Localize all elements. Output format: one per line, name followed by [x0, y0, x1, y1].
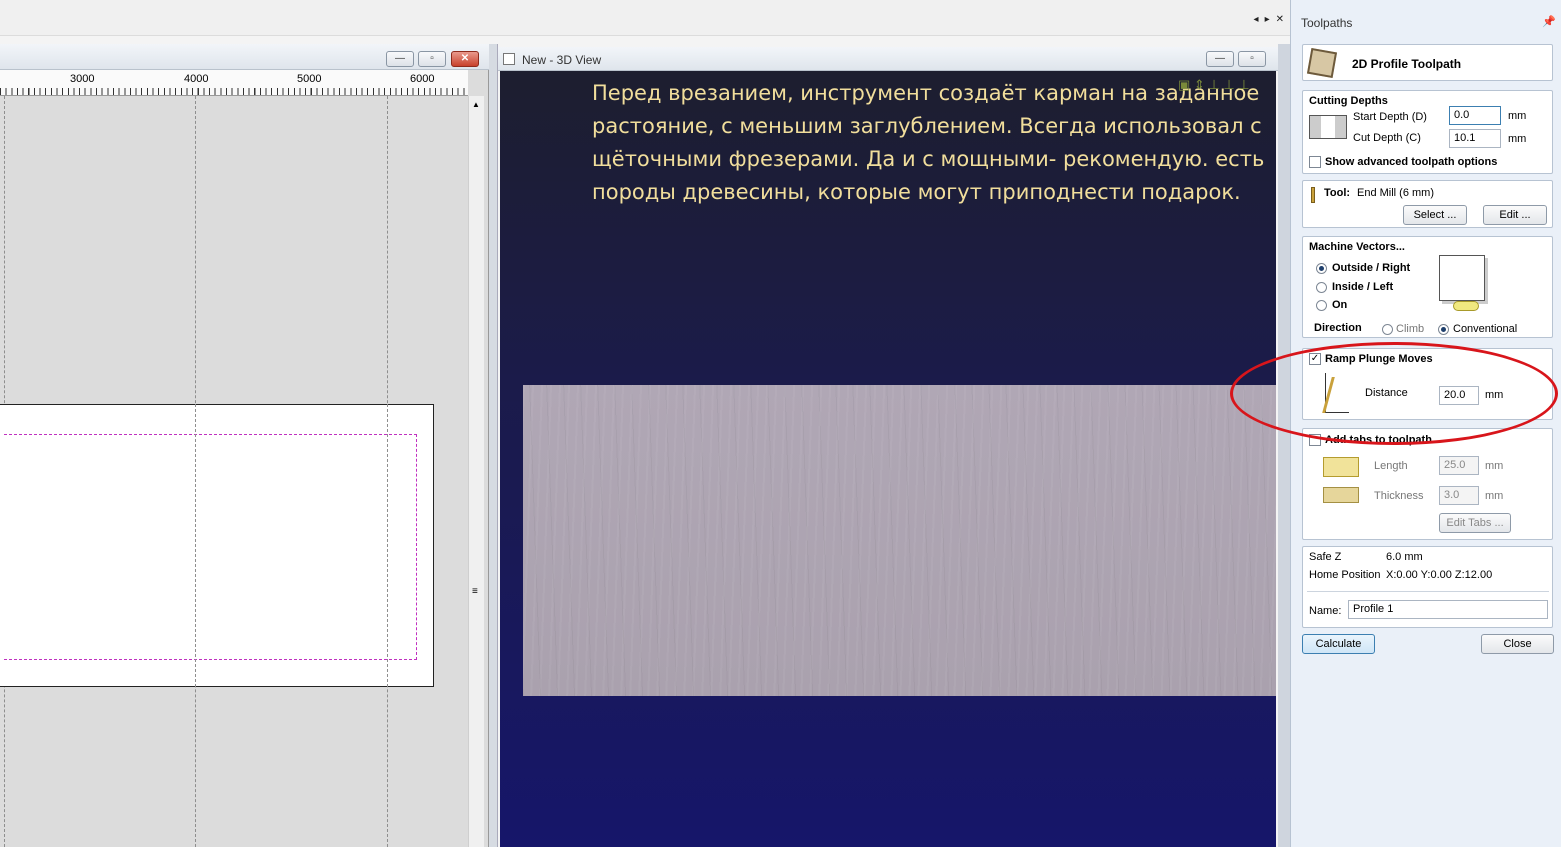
- edit-tabs-button[interactable]: Edit Tabs ...: [1439, 513, 1511, 533]
- close-icon[interactable]: ✕: [1276, 14, 1284, 30]
- cut-depth-unit: mm: [1508, 133, 1527, 145]
- close-button[interactable]: Close: [1481, 634, 1554, 654]
- maximize-button[interactable]: ▫: [1238, 51, 1266, 67]
- scroll-up-icon[interactable]: ▲: [472, 100, 480, 109]
- tab-thickness-unit: mm: [1485, 490, 1504, 502]
- annotation-ellipse: [1230, 342, 1558, 445]
- on-radio[interactable]: [1316, 300, 1327, 311]
- direction-label: Direction: [1314, 322, 1362, 334]
- tab-thickness-label: Thickness: [1374, 490, 1424, 502]
- machine-vectors-box: Machine Vectors... Outside / Right Insid…: [1302, 236, 1553, 338]
- tab-thickness-input[interactable]: 3.0: [1439, 486, 1479, 505]
- tool-position-icon: [1453, 301, 1479, 311]
- edit-tool-button[interactable]: Edit ...: [1483, 205, 1547, 225]
- advanced-options-checkbox[interactable]: [1309, 156, 1321, 168]
- advanced-options-label: Show advanced toolpath options: [1325, 156, 1498, 168]
- panel-title: Toolpaths: [1301, 16, 1353, 30]
- tab-length-icon: [1323, 457, 1359, 477]
- toolpath-name-input[interactable]: Profile 1: [1348, 600, 1548, 619]
- scroll-grip-icon[interactable]: ≡: [472, 586, 478, 597]
- safe-z-box: Safe Z 6.0 mm Home Position X:0.00 Y:0.0…: [1302, 546, 1553, 628]
- tab-length-unit: mm: [1485, 460, 1504, 472]
- cutting-depths-box: Cutting Depths Start Depth (D) 0.0 mm Cu…: [1302, 90, 1553, 174]
- document-icon: [503, 53, 515, 65]
- 2d-view-window: — ▫ ✕ 3000 4000 5000 6000 ▲ ≡: [0, 44, 489, 847]
- vertical-scrollbar[interactable]: ▲ ≡: [468, 96, 484, 847]
- conventional-label: Conventional: [1453, 323, 1518, 335]
- panel-divider: [1278, 44, 1290, 847]
- 2d-view-titlebar: — ▫ ✕: [0, 44, 489, 70]
- conventional-radio[interactable]: [1438, 324, 1449, 335]
- select-tool-button[interactable]: Select ...: [1403, 205, 1467, 225]
- tab-length-label: Length: [1374, 460, 1408, 472]
- tabs-box: Add tabs to toolpath Length 25.0 mm Thic…: [1302, 428, 1553, 540]
- scroll-right-icon[interactable]: ▸: [1265, 14, 1270, 30]
- scroll-left-icon[interactable]: ◂: [1254, 14, 1259, 30]
- window-nav-controls: ◂ ▸ ✕: [1238, 14, 1290, 30]
- profile-toolpath-icon: [1306, 47, 1338, 79]
- start-depth-label: Start Depth (D): [1353, 111, 1427, 123]
- cutting-depths-heading: Cutting Depths: [1309, 95, 1388, 107]
- window-splitter[interactable]: [489, 44, 498, 847]
- 3d-view-window: New - 3D View — ▫ Перед врезанием, инстр…: [498, 44, 1278, 847]
- start-depth-input[interactable]: 0.0: [1449, 106, 1501, 125]
- toolpath-offset-outline: [4, 434, 417, 660]
- view-toolbar-icons[interactable]: ▣ ⇕ ⊥ ⊥ ⊥: [1178, 77, 1274, 97]
- name-label: Name:: [1309, 605, 1342, 617]
- ruler-ticks: [0, 88, 468, 95]
- tab-thickness-icon: [1323, 487, 1359, 503]
- grid-line: [387, 404, 388, 687]
- maximize-button[interactable]: ▫: [418, 51, 446, 67]
- wood-material-preview: [523, 385, 1276, 696]
- tool-label: Tool:: [1324, 187, 1351, 199]
- machine-vectors-heading: Machine Vectors...: [1309, 241, 1405, 253]
- depth-diagram-icon: [1309, 115, 1347, 139]
- close-button[interactable]: ✕: [451, 51, 479, 67]
- annotation-caption: Перед врезанием, инструмент создаёт карм…: [592, 81, 1265, 204]
- tool-value: End Mill (6 mm): [1357, 187, 1435, 199]
- cut-depth-label: Cut Depth (C): [1353, 132, 1421, 144]
- inside-left-radio[interactable]: [1316, 282, 1327, 293]
- calculate-button[interactable]: Calculate: [1302, 634, 1375, 654]
- safe-z-value: 6.0 mm: [1386, 551, 1423, 563]
- 3d-view-titlebar: New - 3D View — ▫: [498, 47, 1278, 71]
- outside-right-label: Outside / Right: [1332, 262, 1411, 274]
- outside-right-radio[interactable]: [1316, 263, 1327, 274]
- 3d-viewport[interactable]: Перед врезанием, инструмент создаёт карм…: [500, 71, 1276, 847]
- panel-header: Toolpaths 📌: [1291, 10, 1561, 34]
- toolpath-title: 2D Profile Toolpath: [1352, 57, 1462, 71]
- grid-line: [195, 404, 196, 687]
- tool-box: Tool: End Mill (6 mm) Select ... Edit ..…: [1302, 180, 1553, 228]
- minimize-button[interactable]: —: [386, 51, 414, 67]
- ruler-label: 6000: [410, 73, 435, 85]
- pin-icon[interactable]: 📌: [1542, 15, 1556, 28]
- vector-offset-preview-icon: [1439, 255, 1485, 301]
- cut-depth-input[interactable]: 10.1: [1449, 129, 1501, 148]
- home-position-value: X:0.00 Y:0.00 Z:12.00: [1386, 569, 1493, 581]
- end-mill-icon: [1311, 187, 1315, 203]
- toolpath-title-box: 2D Profile Toolpath: [1302, 44, 1553, 81]
- inside-left-label: Inside / Left: [1332, 281, 1394, 293]
- divider: [1307, 591, 1549, 592]
- ruler-label: 5000: [297, 73, 322, 85]
- minimize-button[interactable]: —: [1206, 51, 1234, 67]
- ruler-label: 4000: [184, 73, 209, 85]
- climb-label: Climb: [1396, 323, 1425, 335]
- tab-length-input[interactable]: 25.0: [1439, 456, 1479, 475]
- ruler-label: 3000: [70, 73, 95, 85]
- window-title: New - 3D View: [522, 53, 602, 67]
- horizontal-ruler: 3000 4000 5000 6000: [0, 70, 468, 96]
- home-position-label: Home Position: [1309, 569, 1381, 581]
- top-strip: ◂ ▸ ✕: [0, 0, 1290, 36]
- start-depth-unit: mm: [1508, 110, 1527, 122]
- safe-z-label: Safe Z: [1309, 551, 1342, 563]
- climb-radio[interactable]: [1382, 324, 1393, 335]
- on-label: On: [1332, 299, 1348, 311]
